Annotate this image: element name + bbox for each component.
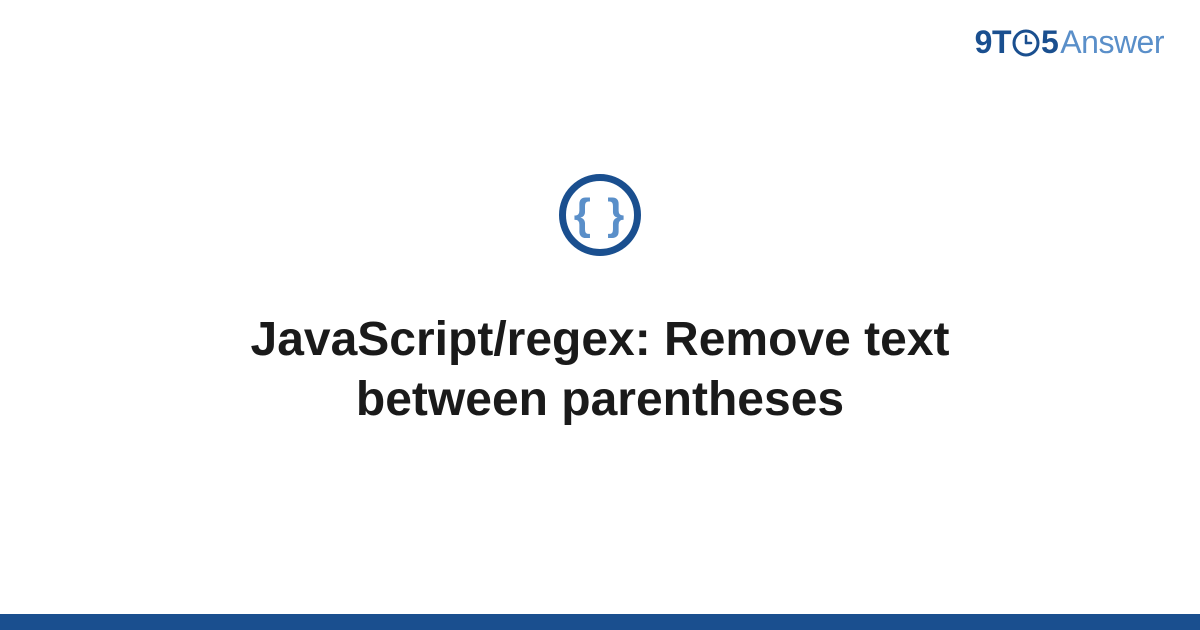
clock-icon [1012,29,1040,57]
topic-braces-icon: { } [559,174,641,256]
logo-t: T [992,24,1011,61]
logo-answer: Answer [1060,24,1164,61]
braces-glyph: { } [574,193,626,237]
main-content: { } JavaScript/regex: Remove text betwee… [0,174,1200,430]
page-title: JavaScript/regex: Remove text between pa… [150,310,1050,430]
logo-nine: 9 [975,24,992,61]
bottom-accent-bar [0,614,1200,630]
site-logo: 9 T 5 Answer [975,24,1164,61]
logo-five: 5 [1041,24,1058,61]
